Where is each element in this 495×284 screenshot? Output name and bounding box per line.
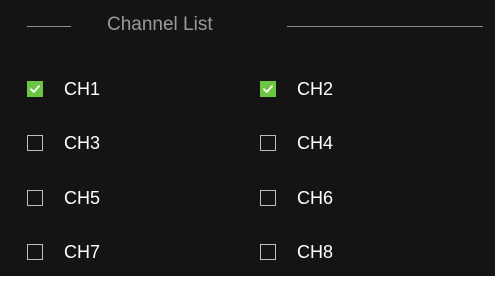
legend-line-left xyxy=(27,26,71,27)
channel-checkbox-box[interactable] xyxy=(260,244,276,260)
channel-checkbox-ch8[interactable]: CH8 xyxy=(260,240,333,264)
channel-label: CH8 xyxy=(297,242,334,262)
channel-checkbox-box[interactable] xyxy=(27,135,43,151)
checkmark-icon xyxy=(30,85,40,93)
channel-checkbox-ch6[interactable]: CH6 xyxy=(260,186,333,210)
channel-checkbox-box[interactable] xyxy=(260,81,276,97)
channel-checkbox-ch5[interactable]: CH5 xyxy=(27,186,100,210)
legend-line-right xyxy=(287,26,483,27)
channel-label: CH6 xyxy=(297,188,334,208)
channel-label: CH3 xyxy=(64,133,101,153)
channel-checkbox-ch4[interactable]: CH4 xyxy=(260,131,333,155)
panel-title: Channel List xyxy=(107,14,213,35)
channel-checkbox-box[interactable] xyxy=(27,190,43,206)
channel-label: CH1 xyxy=(64,79,101,99)
channel-label: CH5 xyxy=(64,188,101,208)
channel-label: CH4 xyxy=(297,133,334,153)
channel-checkbox-ch3[interactable]: CH3 xyxy=(27,131,100,155)
checkmark-icon xyxy=(263,85,273,93)
channel-list-panel: Channel List CH1 CH2 CH3 CH4 CH5 CH6 CH7… xyxy=(0,0,495,276)
channel-checkbox-ch2[interactable]: CH2 xyxy=(260,77,333,101)
channel-label: CH2 xyxy=(297,79,334,99)
channel-checkbox-box[interactable] xyxy=(27,81,43,97)
channel-label: CH7 xyxy=(64,242,101,262)
channel-checkbox-box[interactable] xyxy=(260,190,276,206)
channel-checkbox-box[interactable] xyxy=(27,244,43,260)
channel-checkbox-box[interactable] xyxy=(260,135,276,151)
channel-checkbox-ch7[interactable]: CH7 xyxy=(27,240,100,264)
channel-checkbox-ch1[interactable]: CH1 xyxy=(27,77,100,101)
